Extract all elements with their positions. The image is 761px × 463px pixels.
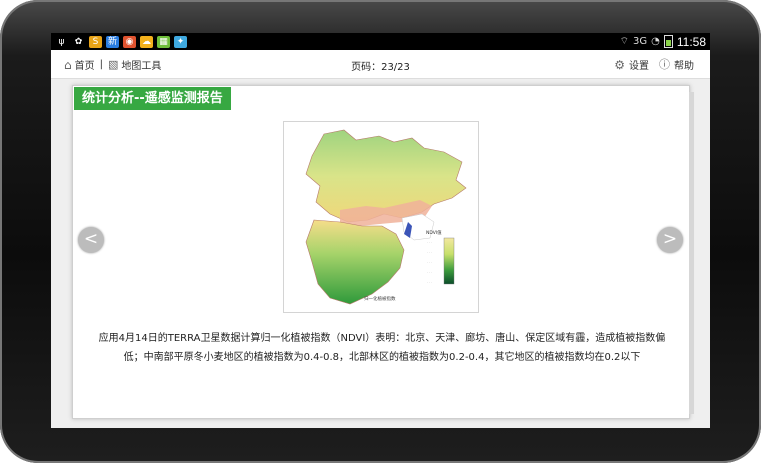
report-caption: 应用4月14日的TERRA卫星数据计算归一化植被指数（NDVI）表明：北京、天津… (98, 333, 666, 363)
map-legend-bar (443, 237, 455, 285)
report-title: 统计分析--遥感监测报告 (74, 87, 231, 110)
settings-link[interactable]: 设置 (629, 57, 649, 72)
tablet-frame: ψ ✿ S 新 ◉ ☁ ▦ ✦ ⌔ 3G ◔ 11:58 ⌂ 首页 | ▧ 地图工具 页码：2… (0, 0, 761, 463)
sogou-app-icon: S (89, 35, 102, 48)
top-navbar: ⌂ 首页 | ▧ 地图工具 页码：23/23 ⚙ 设置 ⓘ 帮助 (51, 50, 710, 79)
next-page-button[interactable]: > (657, 227, 683, 253)
map-legend-tick: · · · (427, 270, 432, 274)
cloud-app-icon: ☁ (140, 35, 153, 48)
help-link[interactable]: 帮助 (674, 57, 694, 72)
report-page: 统计分析--遥感监测报告 NDVI值 · · · · · · · · · · ·… (72, 85, 694, 419)
page-indicator: 页码：23/23 (351, 62, 410, 73)
news-app-icon: 新 (106, 35, 119, 48)
prev-page-button[interactable]: < (78, 227, 104, 253)
screen: ψ ✿ S 新 ◉ ☁ ▦ ✦ ⌔ 3G ◔ 11:58 ⌂ 首页 | ▧ 地图工具 页码：2… (51, 33, 710, 428)
help-icon[interactable]: ⓘ (659, 58, 670, 71)
wifi-icon: ◔ (651, 36, 660, 47)
vibrate-icon: ⌔ (619, 36, 629, 47)
chrome-app-icon: ◉ (123, 35, 136, 48)
status-bar-app-icons: ψ ✿ S 新 ◉ ☁ ▦ ✦ (55, 34, 187, 49)
ndvi-map-image: NDVI值 · · · · · · · · · · · · · · · 归一化植… (283, 121, 479, 313)
page-edge-shadow (689, 92, 694, 414)
map-footer: 归一化植被指数 (364, 295, 396, 302)
map-legend-tick: · · · (427, 240, 432, 244)
map-legend-tick: · · · (427, 260, 432, 264)
status-bar: ψ ✿ S 新 ◉ ☁ ▦ ✦ ⌔ 3G ◔ 11:58 (51, 33, 710, 50)
clock: 11:58 (676, 34, 706, 49)
battery-icon (663, 35, 673, 48)
signal-3g-icon: 3G (633, 36, 648, 47)
gear-icon[interactable]: ⚙ (614, 59, 625, 71)
map-legend-tick: · · · (427, 250, 432, 254)
map-app-icon: ▦ (157, 35, 170, 48)
usb-icon: ψ (58, 36, 65, 47)
map-legend-tick: · · · (427, 280, 432, 284)
map-legend-title: NDVI值 (426, 229, 442, 236)
bird-app-icon: ✦ (174, 35, 187, 48)
settings-app-icon: ✿ (74, 36, 83, 47)
